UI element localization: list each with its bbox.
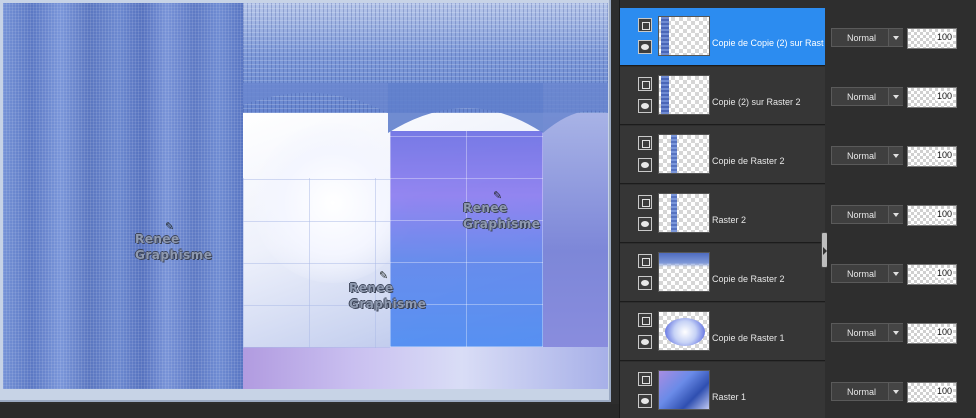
blend-mode-dropdown[interactable]: Normal: [831, 205, 903, 224]
layer-group-icon[interactable]: [638, 254, 652, 268]
layer-thumbnail: [658, 252, 710, 292]
chevron-down-icon[interactable]: [888, 265, 903, 282]
layer-name: Copie de Raster 2: [712, 274, 785, 284]
layer-row[interactable]: Copie de Copie (2) sur Raster 2: [620, 8, 825, 66]
opacity-field[interactable]: 100: [907, 323, 957, 344]
blend-mode-dropdown[interactable]: Normal: [831, 264, 903, 283]
layer-name: Copie de Raster 2: [712, 156, 785, 166]
blend-mode-value: Normal: [847, 33, 877, 43]
horizontal-scrollbar[interactable]: [0, 404, 619, 418]
opacity-value: 100: [935, 268, 953, 278]
layer-group-icon[interactable]: [638, 195, 652, 209]
arch-shapes: [243, 83, 608, 133]
layer-properties: Normal 100: [827, 244, 976, 302]
opacity-field[interactable]: 100: [907, 28, 957, 49]
layer-properties-column: Normal 100 Normal 100 Normal 100 Normal …: [827, 0, 976, 418]
paint-app-window: ✎ Renee Graphisme ✎ Renee Graphisme ✎ Re…: [0, 0, 976, 418]
opacity-field[interactable]: 100: [907, 87, 957, 108]
opacity-field[interactable]: 100: [907, 264, 957, 285]
watermark: ✎ Renee Graphisme: [135, 220, 213, 263]
layer-properties: Normal 100: [827, 67, 976, 125]
purple-tile-grid: [390, 131, 543, 347]
visibility-eye-icon[interactable]: [638, 99, 652, 113]
blend-mode-value: Normal: [847, 210, 877, 220]
blend-mode-value: Normal: [847, 92, 877, 102]
layer-row[interactable]: Raster 2: [620, 185, 825, 243]
layer-properties: Normal 100: [827, 126, 976, 184]
opacity-value: 100: [935, 32, 953, 42]
layer-row[interactable]: Raster 1: [620, 362, 825, 418]
opacity-field[interactable]: 100: [907, 205, 957, 226]
layer-thumbnail: [658, 193, 710, 233]
watermark: ✎ Renee Graphisme: [349, 269, 427, 312]
layer-group-icon[interactable]: [638, 313, 652, 327]
opacity-field[interactable]: 100: [907, 382, 957, 403]
layer-name: Copie de Raster 1: [712, 333, 785, 343]
curtain-texture: [3, 3, 243, 389]
layer-group-icon[interactable]: [638, 372, 652, 386]
floor-texture: [243, 347, 608, 389]
layer-group-icon[interactable]: [638, 18, 652, 32]
opacity-value: 100: [935, 91, 953, 101]
blend-mode-dropdown[interactable]: Normal: [831, 382, 903, 401]
light-tile-grid: [243, 178, 390, 348]
visibility-eye-icon[interactable]: [638, 335, 652, 349]
layer-name: Raster 2: [712, 215, 747, 225]
opacity-field[interactable]: 100: [907, 146, 957, 167]
watermark-line-2: Graphisme: [349, 297, 427, 311]
layer-row[interactable]: Copie de Raster 2: [620, 244, 825, 302]
layer-properties: Normal 100: [827, 8, 976, 66]
blend-mode-dropdown[interactable]: Normal: [831, 323, 903, 342]
layer-properties: Normal 100: [827, 185, 976, 243]
opacity-value: 100: [935, 327, 953, 337]
thumbtack-icon: ✎: [165, 220, 175, 233]
chevron-down-icon[interactable]: [888, 147, 903, 164]
layer-thumbnail: [658, 134, 710, 174]
watermark-line-2: Graphisme: [463, 217, 541, 231]
opacity-value: 100: [935, 386, 953, 396]
layer-properties: Normal 100: [827, 362, 976, 418]
blend-mode-value: Normal: [847, 328, 877, 338]
watermark-line-2: Graphisme: [135, 248, 213, 262]
chevron-down-icon[interactable]: [888, 206, 903, 223]
image-canvas[interactable]: ✎ Renee Graphisme ✎ Renee Graphisme ✎ Re…: [3, 3, 608, 389]
layer-row[interactable]: Copie (2) sur Raster 2: [620, 67, 825, 125]
thumbtack-icon: ✎: [493, 189, 503, 202]
thumbtack-icon: ✎: [379, 269, 389, 282]
chevron-down-icon[interactable]: [888, 324, 903, 341]
layer-group-icon[interactable]: [638, 136, 652, 150]
canvas-area: ✎ Renee Graphisme ✎ Renee Graphisme ✎ Re…: [0, 0, 619, 418]
opacity-value: 100: [935, 209, 953, 219]
opacity-value: 100: [935, 150, 953, 160]
layer-row[interactable]: Copie de Raster 2: [620, 126, 825, 184]
blend-mode-dropdown[interactable]: Normal: [831, 146, 903, 165]
layer-thumbnail: [658, 75, 710, 115]
document-window: ✎ Renee Graphisme ✎ Renee Graphisme ✎ Re…: [0, 0, 611, 402]
layer-thumbnail: [658, 16, 710, 56]
visibility-eye-icon[interactable]: [638, 40, 652, 54]
layers-list: Copie de Copie (2) sur Raster 2 Copie (2…: [620, 0, 828, 418]
layer-group-icon[interactable]: [638, 77, 652, 91]
layer-name: Copie de Copie (2) sur Raster 2: [712, 38, 824, 48]
chevron-down-icon[interactable]: [888, 88, 903, 105]
layer-properties: Normal 100: [827, 303, 976, 361]
chevron-down-icon[interactable]: [888, 383, 903, 400]
visibility-eye-icon[interactable]: [638, 276, 652, 290]
blend-mode-dropdown[interactable]: Normal: [831, 87, 903, 106]
visibility-eye-icon[interactable]: [638, 217, 652, 231]
blend-mode-value: Normal: [847, 269, 877, 279]
layers-palette: Copie de Copie (2) sur Raster 2 Copie (2…: [619, 0, 976, 418]
layer-thumbnail: [658, 370, 710, 410]
blend-mode-value: Normal: [847, 151, 877, 161]
visibility-eye-icon[interactable]: [638, 158, 652, 172]
watermark: ✎ Renee Graphisme: [463, 189, 541, 232]
chevron-down-icon[interactable]: [888, 29, 903, 46]
layer-row[interactable]: Copie de Raster 1: [620, 303, 825, 361]
blend-mode-value: Normal: [847, 387, 877, 397]
layer-thumbnail: [658, 311, 710, 351]
visibility-eye-icon[interactable]: [638, 394, 652, 408]
layer-name: Copie (2) sur Raster 2: [712, 97, 801, 107]
layer-name: Raster 1: [712, 392, 747, 402]
blend-mode-dropdown[interactable]: Normal: [831, 28, 903, 47]
